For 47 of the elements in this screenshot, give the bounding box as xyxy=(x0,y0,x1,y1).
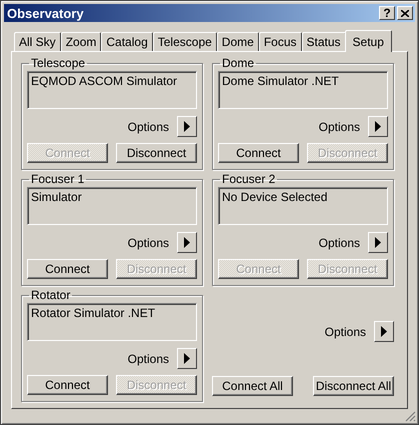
tab[interactable]: Status xyxy=(302,32,346,51)
group-label: Focuser 1 xyxy=(30,172,86,186)
window-title: Observatory xyxy=(7,6,85,20)
options-label: Options xyxy=(324,324,366,338)
connect-all-button[interactable]: Connect All xyxy=(212,376,293,396)
tab[interactable]: Setup xyxy=(344,30,392,52)
options-arrow-button[interactable] xyxy=(374,321,394,342)
tab[interactable]: Dome xyxy=(216,32,259,51)
connect-button[interactable]: Connect xyxy=(27,259,108,279)
close-icon xyxy=(401,10,409,16)
group-label: Telescope xyxy=(30,56,86,70)
options-label: Options xyxy=(128,120,169,134)
tab[interactable]: All Sky xyxy=(14,32,61,51)
play-arrow-icon xyxy=(375,237,381,248)
device-name-field[interactable]: No Device Selected xyxy=(218,187,388,225)
group-label: Focuser 2 xyxy=(221,172,276,186)
tab[interactable]: Focus xyxy=(258,32,302,51)
options-arrow-button[interactable] xyxy=(368,232,388,253)
play-arrow-icon xyxy=(184,353,190,364)
options-arrow-button[interactable] xyxy=(177,348,197,369)
device-name-field[interactable]: Dome Simulator .NET xyxy=(218,71,388,109)
close-button[interactable] xyxy=(397,6,413,20)
group-label: Dome xyxy=(221,56,256,70)
options-arrow-button[interactable] xyxy=(368,116,388,137)
options-label: Options xyxy=(318,120,360,134)
disconnect-button[interactable]: Disconnect xyxy=(116,143,197,163)
play-arrow-icon xyxy=(381,326,387,337)
resize-grip-icon[interactable] xyxy=(405,411,416,422)
options-arrow-button[interactable] xyxy=(177,232,197,253)
tab[interactable]: Catalog xyxy=(101,32,153,51)
help-button[interactable]: ? xyxy=(379,6,395,20)
tab[interactable]: Telescope xyxy=(152,32,217,51)
play-arrow-icon xyxy=(375,121,381,132)
connect-button[interactable]: Connect xyxy=(27,375,108,395)
device-name-field[interactable]: Simulator xyxy=(27,187,197,225)
options-label: Options xyxy=(128,236,169,250)
connect-button[interactable]: Connect xyxy=(218,143,299,163)
options-label: Options xyxy=(128,352,169,366)
tab[interactable]: Zoom xyxy=(60,32,102,51)
options-label: Options xyxy=(318,236,360,250)
group-label: Rotator xyxy=(30,288,72,302)
disconnect-all-button[interactable]: Disconnect All xyxy=(313,376,394,396)
device-name-field[interactable]: EQMOD ASCOM Simulator xyxy=(27,71,197,109)
options-arrow-button[interactable] xyxy=(177,116,197,137)
play-arrow-icon xyxy=(184,121,190,132)
device-name-field[interactable]: Rotator Simulator .NET xyxy=(27,303,197,341)
play-arrow-icon xyxy=(184,237,190,248)
